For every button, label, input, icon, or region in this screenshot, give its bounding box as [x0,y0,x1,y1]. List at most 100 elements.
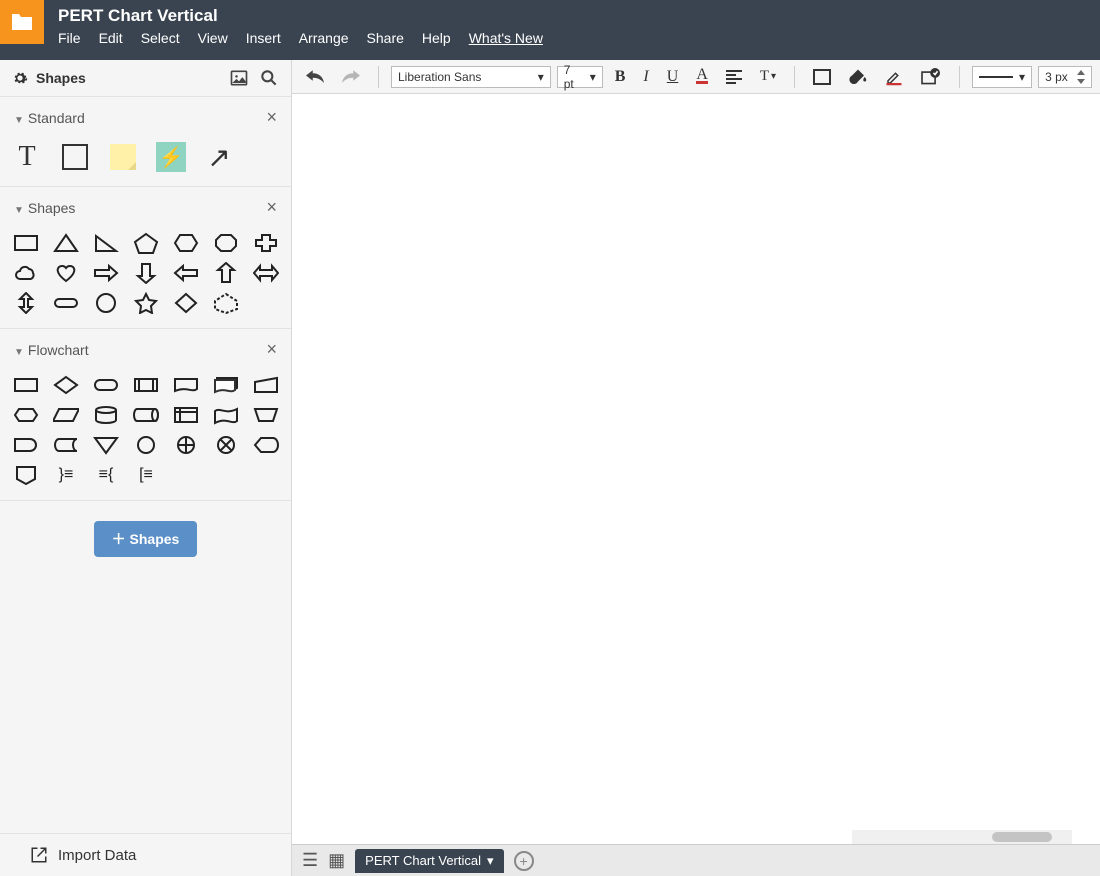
shape-triangle[interactable] [52,232,80,254]
font-select[interactable]: Liberation Sans▾ [391,66,551,88]
fc-predef[interactable] [132,374,160,396]
menu-select[interactable]: Select [141,30,180,46]
shape-rtriangle[interactable] [92,232,120,254]
fc-note[interactable]: [≡ [132,464,160,486]
add-page-button[interactable]: + [514,851,534,871]
fc-decision[interactable] [52,374,80,396]
block-tool[interactable] [60,142,90,172]
shape-pentagon[interactable] [132,232,160,254]
menu-help[interactable]: Help [422,30,451,46]
rect-button[interactable] [807,66,837,88]
image-icon[interactable] [229,68,249,88]
fc-connector[interactable] [132,434,160,456]
shape-cloud[interactable] [12,262,40,284]
fc-manual[interactable] [252,404,280,426]
fc-multidoc[interactable] [212,374,240,396]
shape-rect[interactable] [12,232,40,254]
shape-arrow-l[interactable] [172,262,200,284]
panel-standard: ▼Standard × T ⚡ ↗ [0,97,291,187]
close-icon[interactable]: × [266,107,277,128]
fc-stored[interactable] [52,434,80,456]
shape-arrow-d[interactable] [132,262,160,284]
menu-edit[interactable]: Edit [99,30,123,46]
note-tool[interactable] [108,142,138,172]
fc-tape[interactable] [212,404,240,426]
fc-sum[interactable] [212,434,240,456]
shape-diamond[interactable] [172,292,200,314]
fc-doc[interactable] [172,374,200,396]
fc-process[interactable] [12,374,40,396]
menu-share[interactable]: Share [367,30,404,46]
undo-button[interactable] [300,67,330,87]
more-shapes-button[interactable]: ＋ Shapes [94,521,198,557]
fc-data[interactable] [52,404,80,426]
close-icon[interactable]: × [266,197,277,218]
sidebar-title: Shapes [36,70,86,86]
search-icon[interactable] [259,68,279,88]
shape-hexagon[interactable] [172,232,200,254]
workspace: Liberation Sans▾ 7 pt ▾ B I U A T▾ ▾ 3 p… [292,60,1100,876]
fc-delay[interactable] [12,434,40,456]
grid-view-icon[interactable]: ▦ [328,850,345,871]
shape-arrow-ud[interactable] [12,292,40,314]
stroke-select[interactable]: ▾ [972,66,1032,88]
horizontal-scrollbar[interactable] [852,830,1072,844]
fc-hex[interactable] [12,404,40,426]
panel-flowchart-header[interactable]: ▼Flowchart × [0,329,291,370]
tabbar: ☰ ▦ PERT Chart Vertical▾ + [292,844,1100,876]
menu-insert[interactable]: Insert [246,30,281,46]
fc-brace-eq[interactable]: ≡{ [92,464,120,486]
gear-icon[interactable] [12,70,28,86]
strokewidth-select[interactable]: 3 px [1038,66,1092,88]
app-logo[interactable] [0,0,44,44]
outline-view-icon[interactable]: ☰ [302,850,318,871]
shape-cross[interactable] [252,232,280,254]
bold-button[interactable]: B [609,65,632,89]
panel-standard-header[interactable]: ▼Standard × [0,97,291,138]
import-data-button[interactable]: Import Data [0,833,291,876]
fill-button[interactable] [843,65,873,89]
bordercolor-button[interactable] [879,65,909,89]
menu-arrange[interactable]: Arrange [299,30,349,46]
shape-arrow-u[interactable] [212,262,240,284]
shape-star[interactable] [132,292,160,314]
bolt-tool[interactable]: ⚡ [156,142,186,172]
fc-intern[interactable] [172,404,200,426]
line-tool[interactable]: ↗ [204,142,234,172]
document-title[interactable]: PERT Chart Vertical [58,6,543,26]
redo-button[interactable] [336,67,366,87]
textstyle-button[interactable]: T▾ [754,65,782,88]
fontsize-select[interactable]: 7 pt ▾ [557,66,603,88]
menu-whatsnew[interactable]: What's New [469,30,543,46]
italic-button[interactable]: I [637,65,654,89]
textcolor-button[interactable]: A [690,66,714,87]
text-tool[interactable]: T [12,142,42,172]
menubar: File Edit Select View Insert Arrange Sha… [58,30,543,46]
shape-arrow-lr[interactable] [252,262,280,284]
shape-polygon5[interactable] [212,292,240,314]
panel-shapes-header[interactable]: ▼Shapes × [0,187,291,228]
fc-db[interactable] [92,404,120,426]
titlebar: PERT Chart Vertical File Edit Select Vie… [0,0,1100,60]
underline-button[interactable]: U [661,65,685,89]
page-tab[interactable]: PERT Chart Vertical▾ [355,849,503,873]
close-icon[interactable]: × [266,339,277,360]
menu-view[interactable]: View [198,30,228,46]
align-button[interactable] [720,67,748,87]
shape-pill[interactable] [52,292,80,314]
fc-or[interactable] [172,434,200,456]
shape-octagon[interactable] [212,232,240,254]
shape-circle[interactable] [92,292,120,314]
shape-heart[interactable] [52,262,80,284]
shapestyle-button[interactable] [915,65,947,89]
fc-terminator[interactable] [92,374,120,396]
fc-offpage[interactable] [12,464,40,486]
fc-direct[interactable] [132,404,160,426]
fc-brace-r[interactable]: }≡ [52,464,80,486]
import-icon [30,846,48,864]
menu-file[interactable]: File [58,30,81,46]
fc-input[interactable] [252,374,280,396]
shape-arrow-r[interactable] [92,262,120,284]
fc-merge[interactable] [92,434,120,456]
fc-display[interactable] [252,434,280,456]
